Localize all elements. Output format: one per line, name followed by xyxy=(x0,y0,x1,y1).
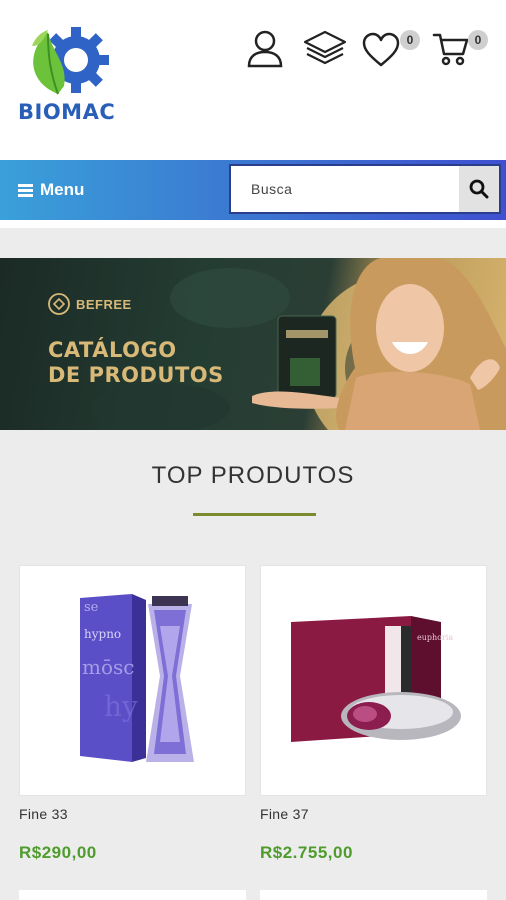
brand-name: BIOMAC xyxy=(18,100,116,124)
product-name[interactable]: Fine 33 xyxy=(19,806,68,822)
search-icon xyxy=(469,179,489,199)
search-box xyxy=(229,164,501,214)
svg-text:hy: hy xyxy=(104,690,138,723)
product-card-partial[interactable] xyxy=(260,890,487,900)
svg-text:euphoria: euphoria xyxy=(417,633,453,642)
product-name[interactable]: Fine 37 xyxy=(260,806,309,822)
banner-title-line2: DE PRODUTOS xyxy=(48,363,224,387)
search-input[interactable] xyxy=(231,166,459,212)
search-button[interactable] xyxy=(459,166,499,212)
svg-text:hypno: hypno xyxy=(84,627,121,641)
wishlist-heart-icon[interactable] xyxy=(362,32,404,74)
svg-text:se: se xyxy=(84,600,99,615)
svg-text:mōsc: mōsc xyxy=(82,655,134,679)
menu-button[interactable]: Menu xyxy=(18,178,84,202)
product-image[interactable]: se hypno mōsc hy xyxy=(19,565,246,796)
menu-label: Menu xyxy=(40,180,85,199)
product-price: R$2.755,00 xyxy=(260,843,353,862)
perfume-bottle-image: se hypno mōsc hy xyxy=(80,594,194,762)
banner-title: CATÁLOGO DE PRODUTOS xyxy=(48,338,224,388)
cart-count-badge: 0 xyxy=(468,30,488,50)
section-title: TOP PRODUTOS xyxy=(151,462,355,489)
layers-icon[interactable] xyxy=(303,28,347,70)
banner-brand: BEFREE xyxy=(48,293,132,315)
divider-strip xyxy=(0,220,506,228)
product-image[interactable]: euphoria xyxy=(260,565,487,796)
wishlist-count-badge: 0 xyxy=(400,30,420,50)
perfume-bottle-image: euphoria xyxy=(291,616,461,742)
befree-logo-icon xyxy=(48,293,70,315)
brand-logo[interactable]: BIOMAC xyxy=(18,22,128,132)
banner-brand-name: BEFREE xyxy=(76,296,132,312)
section-underline xyxy=(193,513,316,516)
logo-gear-leaf-icon xyxy=(32,27,109,95)
site-header: BIOMAC 0 0 xyxy=(0,0,506,160)
account-icon[interactable] xyxy=(244,28,286,70)
product-card-partial[interactable] xyxy=(19,890,246,900)
promo-banner[interactable]: BEFREE CATÁLOGO DE PRODUTOS xyxy=(0,258,506,430)
banner-title-line1: CATÁLOGO xyxy=(48,338,177,362)
hamburger-icon xyxy=(18,183,33,197)
product-price: R$290,00 xyxy=(19,843,97,862)
